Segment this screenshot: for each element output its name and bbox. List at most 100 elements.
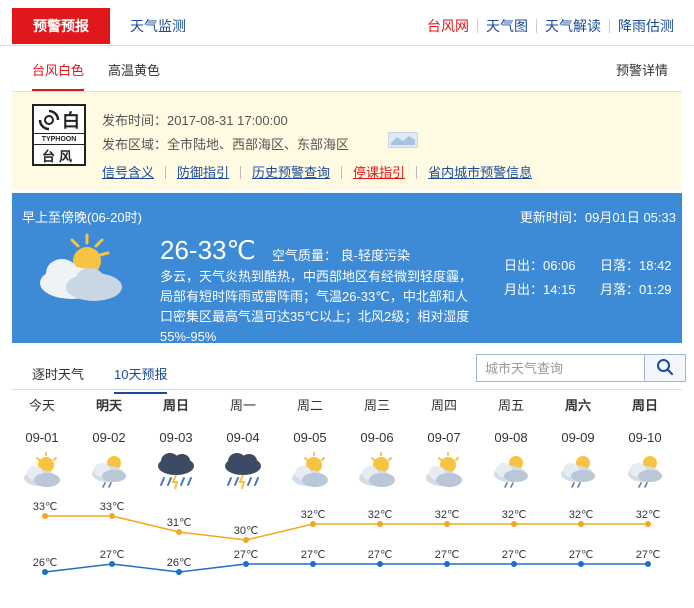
signal-chinese-label: 台风	[41, 149, 76, 164]
search-button[interactable]	[644, 354, 686, 382]
subtab-typhoon-white[interactable]: 台风白色	[32, 60, 85, 91]
issue-time: 发布时间：2017-08-31 17:00:00	[102, 113, 288, 128]
day-column: 周二 09-05	[280, 396, 340, 490]
data-point	[444, 521, 450, 527]
subtab-heat-yellow[interactable]: 高温黄色	[108, 60, 160, 79]
data-point	[310, 521, 316, 527]
partly-cloudy-icon	[355, 452, 399, 490]
link-signal-meaning[interactable]: 信号含义	[102, 166, 165, 179]
data-label: 27℃	[435, 549, 460, 561]
data-point	[109, 561, 115, 567]
data-label: 27℃	[301, 549, 326, 561]
data-label: 33℃	[100, 501, 125, 513]
day-date: 09-10	[628, 430, 662, 445]
series-line	[44, 563, 648, 573]
data-point	[109, 513, 115, 519]
data-point	[511, 521, 517, 527]
day-weekday: 周五	[497, 398, 524, 413]
issue-area: 发布区域：全市陆地、西部海区、东部海区	[102, 137, 350, 152]
day-weekday: 周二	[296, 398, 323, 413]
signal-level-char: 白	[62, 111, 80, 131]
data-label: 26℃	[167, 557, 192, 569]
day-date: 09-02	[92, 430, 126, 445]
link-province-warnings[interactable]: 省内城市预警信息	[416, 166, 543, 179]
day-weekday: 周四	[430, 398, 457, 413]
data-point	[511, 561, 517, 567]
link-class-suspension[interactable]: 停课指引	[341, 166, 416, 179]
day-column: 周三 09-06	[347, 396, 407, 490]
link-defense-guide[interactable]: 防御指引	[165, 166, 240, 179]
day-column: 周五 09-08	[481, 396, 541, 490]
data-point	[42, 513, 48, 519]
top-links: 台风网 天气图 天气解读 降雨估测	[419, 8, 682, 44]
tab-weather-monitor[interactable]: 天气监测	[130, 8, 186, 44]
data-label: 32℃	[502, 509, 527, 521]
sunrise-time: 日出：06:06	[504, 258, 576, 273]
warning-detail-link[interactable]: 预警详情	[616, 60, 668, 79]
data-label: 27℃	[636, 549, 661, 561]
partly-cloudy-icon	[32, 231, 132, 314]
warning-subtabs: 台风白色 高温黄色 预警详情	[12, 46, 682, 92]
data-label: 32℃	[301, 509, 326, 521]
day-weekday: 周一	[229, 398, 256, 413]
update-time: 更新时间：09月01日 05:33	[519, 210, 676, 225]
air-quality: 空气质量： 良-轻度污染	[272, 248, 410, 263]
moonrise-time: 月出：14:15	[504, 282, 576, 297]
today-weather-panel: 早上至傍晚(06-20时) 更新时间：09月01日 05:33 26-33℃ 空…	[12, 193, 682, 344]
link-rainfall-estimate[interactable]: 降雨估测	[609, 19, 682, 33]
partly-cloudy-icon	[422, 452, 466, 490]
day-weekday: 周三	[363, 398, 390, 413]
data-label: 32℃	[368, 509, 393, 521]
data-point	[176, 529, 182, 535]
day-date: 09-09	[561, 430, 595, 445]
data-label: 26℃	[33, 557, 58, 569]
data-point	[377, 521, 383, 527]
data-label: 27℃	[100, 549, 125, 561]
day-date: 09-05	[293, 430, 327, 445]
city-search-input[interactable]	[476, 354, 644, 382]
tab-hourly-weather[interactable]: 逐时天气	[32, 364, 84, 383]
partly-cloudy-shower-icon	[87, 452, 131, 490]
data-label: 27℃	[368, 549, 393, 561]
data-label: 30℃	[234, 525, 259, 537]
data-point	[645, 521, 651, 527]
link-typhoon-net[interactable]: 台风网	[419, 19, 477, 33]
partly-cloudy-shower-icon	[556, 452, 600, 490]
data-label: 32℃	[569, 509, 594, 521]
link-history-query[interactable]: 历史预警查询	[240, 166, 341, 179]
data-label: 27℃	[569, 549, 594, 561]
day-date: 09-03	[159, 430, 193, 445]
data-point	[578, 561, 584, 567]
data-label: 27℃	[234, 549, 259, 561]
partly-cloudy-icon	[288, 452, 332, 490]
tab-10-day-forecast[interactable]: 10天预报	[114, 364, 168, 394]
day-date: 09-06	[360, 430, 394, 445]
series-line	[45, 515, 648, 541]
sunset-time: 日落：18:42	[600, 258, 672, 273]
day-date: 09-08	[494, 430, 528, 445]
day-weekday: 周日	[631, 398, 658, 413]
today-description: 多云，天气炎热到酷热，中西部地区有经微到轻度霾，局部有短时阵雨或雷阵雨；气温26…	[160, 269, 473, 344]
data-label: 32℃	[636, 509, 661, 521]
tab-warning-forecast[interactable]: 预警预报	[12, 8, 110, 44]
link-weather-map[interactable]: 天气图	[477, 19, 536, 33]
signal-english-label: TYPHOON	[34, 135, 84, 145]
day-column: 今天 09-01	[12, 396, 72, 490]
data-label: 32℃	[435, 509, 460, 521]
data-point	[42, 569, 48, 575]
data-point	[243, 537, 249, 543]
data-label: 27℃	[502, 549, 527, 561]
link-weather-interpretation[interactable]: 天气解读	[536, 19, 609, 33]
day-column: 周日 09-10	[615, 396, 675, 490]
today-temp-range: 26-33℃	[160, 235, 256, 265]
day-column: 周六 09-09	[548, 396, 608, 490]
day-date: 09-01	[25, 430, 59, 445]
day-weekday: 周日	[162, 398, 189, 413]
day-weekday: 周六	[564, 398, 591, 413]
area-map-thumbnail-icon[interactable]	[388, 132, 418, 148]
day-weekday: 明天	[95, 398, 122, 413]
partly-cloudy-shower-icon	[623, 452, 667, 490]
day-column: 明天 09-02	[79, 396, 139, 490]
partly-cloudy-shower-icon	[489, 452, 533, 490]
forecast-period: 早上至傍晚(06-20时)	[22, 210, 142, 225]
